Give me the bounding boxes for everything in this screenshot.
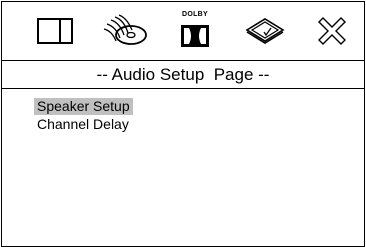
- menu-item-speaker-setup[interactable]: Speaker Setup: [34, 98, 133, 116]
- exit-setup-tab[interactable]: [305, 6, 359, 56]
- audio-setup-menu: Speaker Setup Channel Delay: [34, 98, 133, 134]
- menu-item-label: Channel Delay: [37, 116, 129, 132]
- audio-setup-icon: [103, 14, 147, 45]
- setup-toolbar: DOLBY: [2, 2, 364, 61]
- page-title: -- Audio Setup Page --: [2, 61, 364, 89]
- menu-item-label: Speaker Setup: [34, 98, 133, 115]
- dolby-setup-icon: [181, 25, 209, 47]
- preference-setup-icon: [245, 18, 285, 44]
- preference-setup-tab[interactable]: [238, 6, 292, 56]
- dolby-setup-tab[interactable]: DOLBY: [168, 6, 222, 56]
- audio-setup-tab[interactable]: [98, 6, 152, 56]
- exit-setup-icon: [318, 17, 346, 45]
- general-setup-tab[interactable]: [28, 6, 82, 56]
- setup-menu-frame: DOLBY -- Audio Setup Page -- Speaker Set…: [1, 1, 365, 247]
- general-setup-icon: [37, 18, 73, 44]
- dolby-label: DOLBY: [182, 11, 208, 18]
- menu-item-channel-delay[interactable]: Channel Delay: [34, 116, 133, 134]
